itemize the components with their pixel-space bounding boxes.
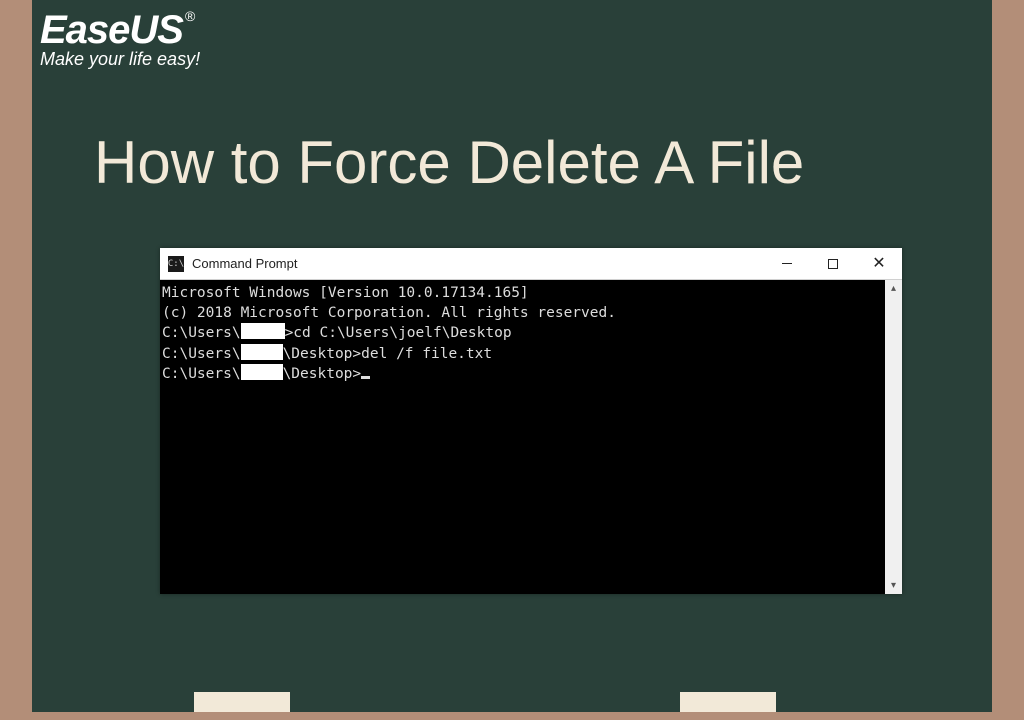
close-button[interactable]: ✕ [856, 248, 902, 280]
registered-mark: ® [185, 8, 194, 24]
decorative-block [680, 692, 776, 712]
slide-title: How to Force Delete A File [94, 128, 804, 197]
terminal-line: (c) 2018 Microsoft Corporation. All righ… [162, 304, 883, 324]
minimize-button[interactable] [764, 248, 810, 280]
terminal-line: C:\Users\\Desktop> [162, 364, 883, 385]
window-title: Command Prompt [192, 256, 297, 271]
window-titlebar: C:\ Command Prompt ✕ [160, 248, 902, 280]
vertical-scrollbar[interactable]: ▴ ▾ [885, 280, 902, 594]
terminal-line: C:\Users\\Desktop>del /f file.txt [162, 344, 883, 365]
terminal-line: C:\Users\>cd C:\Users\joelf\Desktop [162, 323, 883, 344]
terminal-area: Microsoft Windows [Version 10.0.17134.16… [160, 280, 902, 594]
terminal-line: Microsoft Windows [Version 10.0.17134.16… [162, 284, 883, 304]
brand-name: EaseUS® [40, 8, 200, 53]
cursor-icon [361, 376, 370, 379]
brand-text: EaseUS [40, 8, 183, 52]
redacted-username [241, 364, 283, 380]
close-icon: ✕ [872, 256, 885, 272]
cmd-icon: C:\ [168, 256, 184, 272]
command-prompt-window: C:\ Command Prompt ✕ Microsoft Windows [… [160, 248, 902, 594]
redacted-username [241, 344, 283, 360]
maximize-button[interactable] [810, 248, 856, 280]
redacted-username [241, 323, 285, 339]
decorative-block [194, 692, 290, 712]
brand-logo: EaseUS® Make your life easy! [40, 8, 200, 70]
slide-panel: EaseUS® Make your life easy! How to Forc… [32, 0, 992, 712]
scroll-up-icon[interactable]: ▴ [885, 280, 902, 297]
minimize-icon [782, 263, 792, 264]
scroll-down-icon[interactable]: ▾ [885, 577, 902, 594]
maximize-icon [828, 259, 838, 269]
cmd-icon-text: C:\ [168, 259, 184, 269]
terminal-output[interactable]: Microsoft Windows [Version 10.0.17134.16… [160, 280, 885, 594]
